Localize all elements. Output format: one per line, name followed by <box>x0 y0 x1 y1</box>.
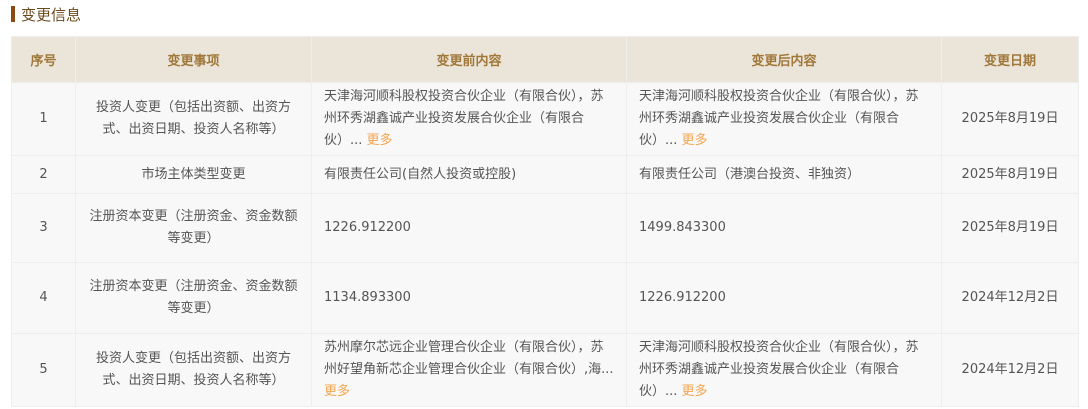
date-text: 2025年8月19日 <box>961 166 1059 182</box>
change-info-table: 序号 变更事项 变更前内容 变更后内容 变更日期 1 投资人变更（包括出资额、出资… <box>11 36 1079 407</box>
table-row: 4 注册资本变更（注册资金、资金数额等变更） 1134.893300 1226.912… <box>11 262 1079 334</box>
header-before: 变更前内容 <box>311 36 627 83</box>
cell-before: 天津海河顺科股权投资合伙企业（有限合伙），苏州环秀湖鑫诚产业投资发展合伙企业（有… <box>311 82 627 156</box>
cell-item: 注册资本变更（注册资金、资金数额等变更） <box>75 262 312 334</box>
cell-date: 2024年12月2日 <box>941 333 1079 407</box>
more-link[interactable]: 更多 <box>682 133 708 148</box>
table-row: 1 投资人变更（包括出资额、出资方式、出资日期、投资人名称等） 天津海河顺科股权投资… <box>11 82 1079 156</box>
more-link[interactable]: 更多 <box>682 384 708 399</box>
item-text: 注册资本变更（注册资金、资金数额等变更） <box>89 279 298 316</box>
more-link[interactable]: 更多 <box>367 133 393 148</box>
cell-before: 苏州摩尔芯远企业管理合伙企业（有限合伙），苏州好望角新芯企业管理合伙企业（有限合… <box>311 333 627 407</box>
date-text: 2024年12月2日 <box>961 290 1059 305</box>
header-item: 变更事项 <box>75 36 312 83</box>
header-date: 变更日期 <box>941 36 1079 83</box>
item-text: 投资人变更（包括出资额、出资方式、出资日期、投资人名称等） <box>95 100 291 137</box>
cell-date: 2025年8月19日 <box>941 82 1079 156</box>
cell-before: 有限责任公司(自然人投资或控股) <box>311 155 627 194</box>
after-text: 1499.843300 <box>639 220 726 235</box>
cell-after: 1499.843300 <box>626 193 942 263</box>
cell-no: 3 <box>11 193 76 263</box>
cell-no: 1 <box>11 82 76 156</box>
cell-item: 注册资本变更（注册资金、资金数额等变更） <box>75 193 312 263</box>
no-text: 4 <box>39 290 48 305</box>
section-title-text: 变更信息 <box>21 5 82 24</box>
item-text: 投资人变更（包括出资额、出资方式、出资日期、投资人名称等） <box>95 351 291 388</box>
no-text: 3 <box>39 220 48 235</box>
before-text: 有限责任公司(自然人投资或控股) <box>324 166 517 182</box>
before-text: 苏州摩尔芯远企业管理合伙企业（有限合伙），苏州好望角新芯企业管理合伙企业（有限合… <box>324 340 614 377</box>
no-text: 2 <box>39 166 48 182</box>
cell-item: 投资人变更（包括出资额、出资方式、出资日期、投资人名称等） <box>75 82 312 156</box>
cell-after: 天津海河顺科股权投资合伙企业（有限合伙），苏州环秀湖鑫诚产业投资发展合伙企业（有… <box>626 333 942 407</box>
table-header: 序号 变更事项 变更前内容 变更后内容 变更日期 <box>11 36 1079 83</box>
table-row: 2 市场主体类型变更 有限责任公司(自然人投资或控股) 有限责任公司（港澳台投资、非独… <box>11 155 1079 194</box>
cell-no: 4 <box>11 262 76 334</box>
cell-no: 2 <box>11 155 76 194</box>
cell-after: 有限责任公司（港澳台投资、非独资） <box>626 155 942 194</box>
cell-date: 2025年8月19日 <box>941 193 1079 263</box>
table-row: 3 注册资本变更（注册资金、资金数额等变更） 1226.912200 1499.843… <box>11 193 1079 263</box>
date-text: 2025年8月19日 <box>961 111 1059 126</box>
more-link[interactable]: 更多 <box>324 384 350 399</box>
no-text: 5 <box>39 362 48 377</box>
title-bar-marker <box>11 6 15 22</box>
cell-no: 5 <box>11 333 76 407</box>
table-row: 5 投资人变更（包括出资额、出资方式、出资日期、投资人名称等） 苏州摩尔芯远企业管理… <box>11 333 1079 407</box>
cell-after: 天津海河顺科股权投资合伙企业（有限合伙），苏州环秀湖鑫诚产业投资发展合伙企业（有… <box>626 82 942 156</box>
cell-item: 投资人变更（包括出资额、出资方式、出资日期、投资人名称等） <box>75 333 312 407</box>
before-text: 1226.912200 <box>324 220 411 235</box>
cell-before: 1226.912200 <box>311 193 627 263</box>
cell-date: 2025年8月19日 <box>941 155 1079 194</box>
header-no: 序号 <box>11 36 76 83</box>
cell-after: 1226.912200 <box>626 262 942 334</box>
cell-before: 1134.893300 <box>311 262 627 334</box>
date-text: 2024年12月2日 <box>961 362 1059 377</box>
cell-date: 2024年12月2日 <box>941 262 1079 334</box>
cell-item: 市场主体类型变更 <box>75 155 312 194</box>
date-text: 2025年8月19日 <box>961 220 1059 235</box>
before-text: 1134.893300 <box>324 290 411 305</box>
no-text: 1 <box>39 111 48 126</box>
item-text: 市场主体类型变更 <box>141 166 246 182</box>
section-title: 变更信息 <box>11 5 82 24</box>
after-text: 1226.912200 <box>639 290 726 305</box>
header-after: 变更后内容 <box>626 36 942 83</box>
item-text: 注册资本变更（注册资金、资金数额等变更） <box>89 209 298 246</box>
after-text: 有限责任公司（港澳台投资、非独资） <box>639 166 861 182</box>
